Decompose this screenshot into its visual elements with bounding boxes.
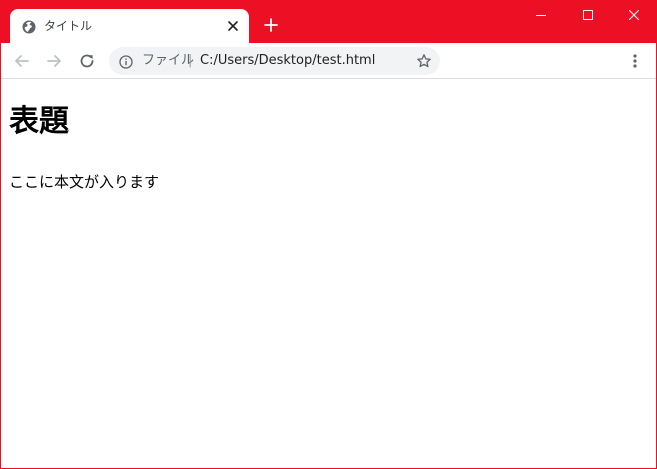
minimize-icon <box>536 15 546 16</box>
tab-active[interactable]: タイトル <box>10 9 249 43</box>
window-close-button[interactable] <box>611 0 656 30</box>
page-heading: 表題 <box>9 104 69 139</box>
maximize-button[interactable] <box>565 0 611 30</box>
maximize-icon <box>583 10 593 20</box>
info-icon[interactable] <box>119 54 133 69</box>
url-text[interactable]: C:/Users/Desktop/test.html <box>200 52 375 70</box>
scheme-label: ファイル <box>142 53 195 68</box>
forward-arrow-icon[interactable] <box>44 51 64 71</box>
kebab-menu-icon[interactable] <box>627 51 643 71</box>
address-bar[interactable]: ファイル | C:/Users/Desktop/test.html <box>109 47 440 75</box>
window-close-icon <box>629 10 639 20</box>
back-arrow-icon[interactable] <box>12 51 32 71</box>
bookmark-star-icon[interactable] <box>416 53 432 69</box>
new-tab-plus-icon[interactable] <box>263 17 279 33</box>
tab-title: タイトル <box>44 19 93 33</box>
address-separator: | <box>188 53 193 68</box>
page-content: 表題 ここに本文が入ります <box>1 79 656 468</box>
tab-strip: タイトル <box>1 0 656 43</box>
reload-icon[interactable] <box>77 51 97 71</box>
tab-close-icon[interactable] <box>225 18 241 34</box>
globe-icon <box>22 19 36 34</box>
browser-window: タイトル ファイル | C:/Users/Desktop/test.html 表… <box>0 0 657 469</box>
browser-toolbar: ファイル | C:/Users/Desktop/test.html <box>1 43 656 79</box>
minimize-button[interactable] <box>518 0 564 30</box>
page-body-text: ここに本文が入ります <box>9 173 160 191</box>
